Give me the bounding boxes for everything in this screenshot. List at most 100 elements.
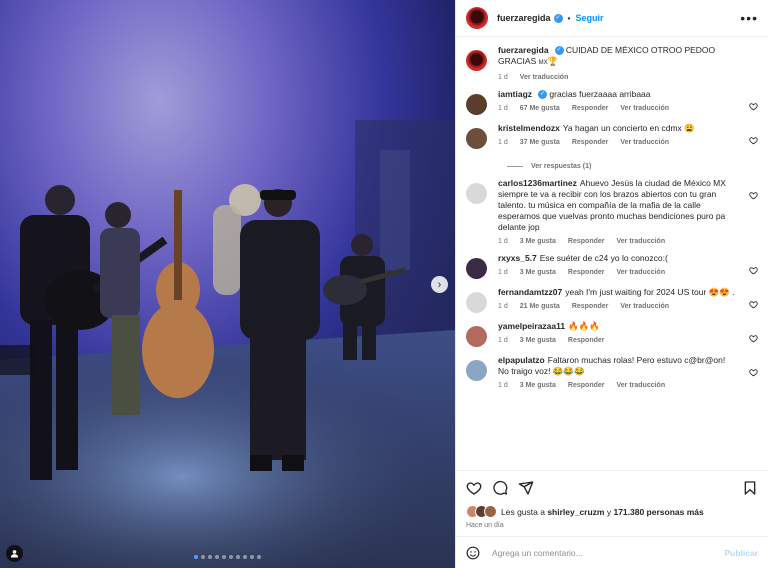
avatar[interactable] [466, 292, 487, 313]
comment-username[interactable]: iamtiagz [498, 89, 532, 99]
comment-likes[interactable]: 37 Me gusta [520, 139, 560, 146]
post-actions: Les gusta a shirley_cruzm y 171.380 pers… [456, 470, 768, 529]
avatar[interactable] [466, 258, 487, 279]
posted-time: Hace un día [466, 522, 504, 529]
comment-username[interactable]: rxyxs_5.7 [498, 253, 537, 263]
comment-username[interactable]: fernandamtzz07 [498, 287, 562, 297]
reply-button[interactable]: Responder [572, 139, 609, 146]
translate-button[interactable]: Ver traducción [520, 74, 569, 81]
trophy-icon: 🏆 [547, 56, 559, 66]
comment: kristelmendozx Ya hagan un concierto en c… [466, 123, 758, 149]
translate-button[interactable]: Ver traducción [620, 303, 669, 310]
reply-button[interactable]: Responder [568, 337, 605, 344]
comment-username[interactable]: carlos1236martinez [498, 178, 577, 188]
carousel-dot [194, 555, 198, 559]
comment: iamtiagz ✓ gracias fuerzaaaa arribaaa 1 d 6… [466, 89, 758, 115]
avatar[interactable] [466, 7, 488, 29]
comment-likes[interactable]: 21 Me gusta [520, 303, 560, 310]
like-comment-heart-icon[interactable] [749, 368, 758, 377]
comment-time: 1 d [498, 303, 508, 310]
concert-photo [0, 0, 455, 568]
comment-icon[interactable] [492, 480, 508, 496]
next-photo-button[interactable]: › [431, 276, 448, 293]
comment: rxyxs_5.7 Ese suéter de c24 yo lo conozco… [466, 253, 758, 279]
comment-time: 1 d [498, 139, 508, 146]
post-comment-button[interactable]: Publicar [724, 548, 758, 558]
heart-icon[interactable] [466, 480, 482, 496]
reply-button[interactable]: Responder [572, 105, 609, 112]
likes-prefix: Les gusta a [501, 506, 548, 517]
comment-composer: Publicar [456, 536, 768, 568]
comment-time: 1 d [498, 382, 508, 389]
follow-button[interactable]: Seguir [576, 13, 604, 23]
comment-username[interactable]: yamelpeirazaa11 [498, 321, 565, 331]
avatar[interactable] [466, 183, 487, 204]
translate-button[interactable]: Ver traducción [620, 105, 669, 112]
carousel-dot [222, 555, 226, 559]
caption: fuerzaregida ✓ CUIDAD DE MÉXICO OTROO PED… [466, 45, 758, 81]
bookmark-icon[interactable] [742, 480, 758, 496]
author-username[interactable]: fuerzaregida [498, 45, 549, 55]
comment-likes[interactable]: 3 Me gusta [520, 269, 556, 276]
reply-button[interactable]: Responder [568, 382, 605, 389]
comment-username[interactable]: elpapulatzo [498, 355, 545, 365]
carousel-dot [208, 555, 212, 559]
reply-button[interactable]: Responder [572, 303, 609, 310]
avatar[interactable] [466, 360, 487, 381]
comment: yamelpeirazaa11 🔥🔥🔥 1 d 3 Me gusta Responder [466, 321, 758, 347]
carousel-dot [201, 555, 205, 559]
comment-likes[interactable]: 67 Me gusta [520, 105, 560, 112]
comment-input[interactable] [490, 546, 725, 559]
avatar[interactable] [466, 94, 487, 115]
view-replies-label: Ver respuestas (1) [531, 163, 592, 170]
reply-button[interactable]: Responder [568, 269, 605, 276]
comment-text: Ya hagan un concierto en cdmx 😩 [562, 123, 695, 133]
comment-time: 1 d [498, 269, 508, 276]
comment-text: yeah I'm just waiting for 2024 US tour 😍… [565, 287, 735, 297]
carousel-dot [250, 555, 254, 559]
comment-text: gracias fuerzaaaa arribaaa [549, 89, 651, 99]
carousel-dot [257, 555, 261, 559]
likes-summary: Les gusta a shirley_cruzm y 171.380 pers… [466, 505, 758, 518]
more-options-icon[interactable]: ••• [740, 10, 758, 26]
user-tag-icon [10, 550, 19, 558]
translate-button[interactable]: Ver traducción [620, 139, 669, 146]
comment-username[interactable]: kristelmendozx [498, 123, 560, 133]
comment-likes[interactable]: 3 Me gusta [520, 337, 556, 344]
translate-button[interactable]: Ver traducción [616, 238, 665, 245]
post-dialog: › fuerzaregida ✓ • Seguir ••• fuerzaregi… [0, 0, 768, 568]
avatar[interactable] [466, 326, 487, 347]
view-replies-button[interactable]: Ver respuestas (1) [507, 163, 758, 170]
reply-button[interactable]: Responder [568, 238, 605, 245]
liker-avatar [484, 505, 497, 518]
like-comment-heart-icon[interactable] [749, 102, 758, 111]
comment-likes[interactable]: 3 Me gusta [520, 238, 556, 245]
comment: carlos1236martinez Ahuevo Jesús la ciudad… [466, 178, 758, 245]
carousel-dot [215, 555, 219, 559]
verified-badge-icon: ✓ [553, 13, 563, 23]
tagged-users-button[interactable] [6, 545, 23, 562]
like-comment-heart-icon[interactable] [749, 136, 758, 145]
translate-button[interactable]: Ver traducción [616, 269, 665, 276]
carousel-dot [243, 555, 247, 559]
translate-button[interactable]: Ver traducción [616, 382, 665, 389]
liker-username[interactable]: shirley_cruzm [547, 507, 604, 517]
likes-count[interactable]: 171.380 personas más [613, 507, 703, 517]
separator-dot: • [567, 13, 571, 23]
like-comment-heart-icon[interactable] [749, 266, 758, 275]
post-photo[interactable]: › [0, 0, 455, 568]
avatar[interactable] [466, 50, 487, 71]
like-comment-heart-icon[interactable] [749, 334, 758, 343]
comments-list[interactable]: fuerzaregida ✓ CUIDAD DE MÉXICO OTROO PED… [456, 37, 768, 469]
like-comment-heart-icon[interactable] [749, 300, 758, 309]
verified-badge-icon: ✓ [538, 90, 548, 100]
comment-time: 1 d [498, 105, 508, 112]
comment-time: 1 d [498, 238, 508, 245]
share-icon[interactable] [518, 480, 534, 496]
emoji-icon[interactable] [466, 546, 480, 560]
author-username[interactable]: fuerzaregida [497, 13, 551, 23]
carousel-dot [236, 555, 240, 559]
avatar[interactable] [466, 128, 487, 149]
comment-likes[interactable]: 3 Me gusta [520, 382, 556, 389]
like-comment-heart-icon[interactable] [749, 191, 758, 200]
